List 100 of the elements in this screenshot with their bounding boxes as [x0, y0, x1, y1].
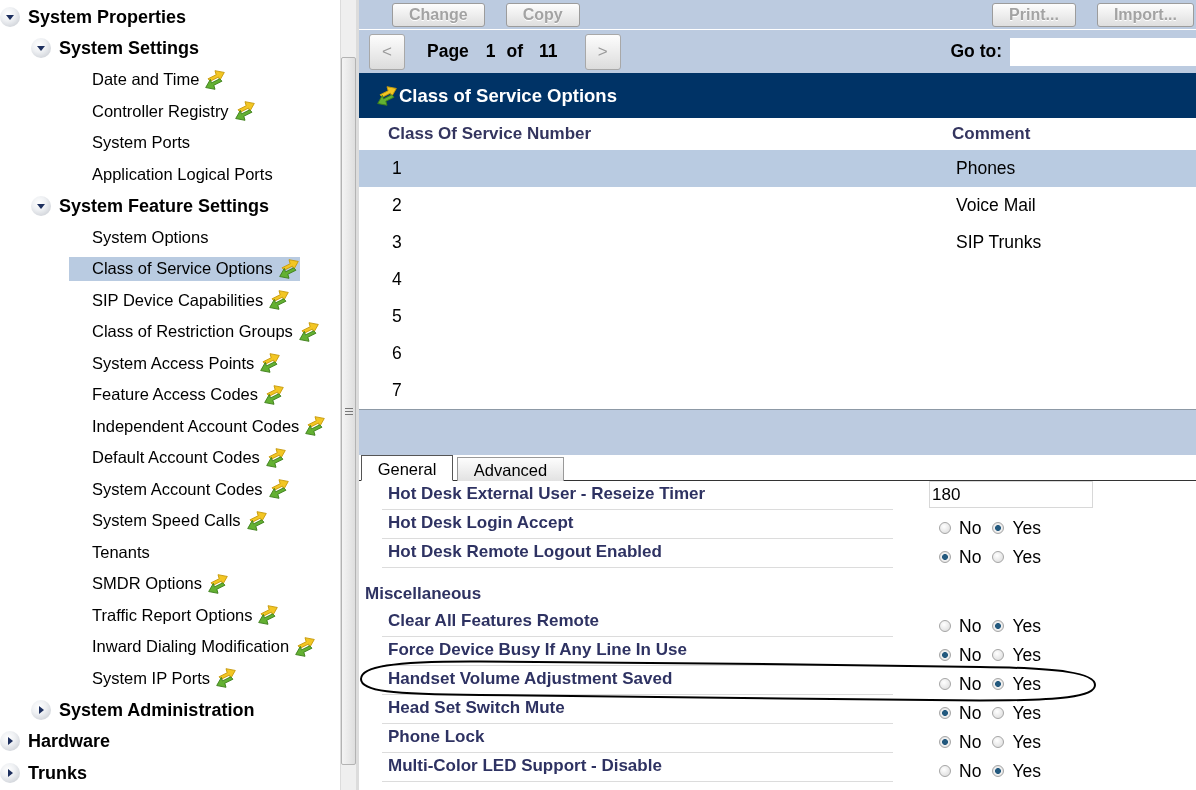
radio-button[interactable] — [939, 735, 951, 748]
tree-item[interactable]: System Account Codes — [69, 477, 290, 502]
panel-title: Class of Service Options — [399, 83, 617, 108]
tree-item[interactable]: System Access Points — [69, 351, 282, 376]
tree-node[interactable]: System Properties — [28, 4, 187, 29]
section-heading: Miscellaneous — [365, 582, 482, 605]
table-cell: SIP Trunks — [956, 232, 1042, 253]
tree-item[interactable]: Traffic Report Options — [69, 603, 280, 628]
tree-item[interactable]: Tenants — [69, 540, 151, 565]
tree-item[interactable]: System Ports — [69, 130, 192, 155]
radio-label: No — [959, 643, 982, 666]
setting-label: Clear All Features Remote — [388, 611, 599, 630]
column-header: Comment — [952, 124, 1031, 144]
tree-node[interactable]: System Administration — [59, 697, 255, 722]
expander-icon[interactable] — [0, 762, 20, 783]
table-row[interactable]: 6 — [359, 335, 1196, 372]
setting-label: Multi-Color LED Support - Disable — [388, 756, 662, 775]
tree-item[interactable]: Application Logical Ports — [69, 162, 274, 187]
setting-label: Hot Desk Login Accept — [388, 513, 574, 532]
tree-item[interactable]: System IP Ports — [69, 666, 237, 691]
tab[interactable]: Advanced — [457, 457, 564, 481]
radio-button[interactable] — [992, 706, 1005, 719]
setting-label: Handset Volume Adjustment Saved — [388, 669, 673, 688]
text-field[interactable]: 180 — [929, 481, 1093, 508]
table-cell: 6 — [392, 343, 402, 364]
table-cell: 4 — [392, 269, 402, 290]
tree-item[interactable]: Feature Access Codes — [69, 382, 285, 407]
radio-label: Yes — [1012, 614, 1041, 637]
radio-button[interactable] — [992, 677, 1005, 690]
tree-item[interactable]: Class of Restriction Groups — [69, 319, 320, 344]
page-number: 1 — [485, 40, 496, 64]
radio-label: No — [959, 759, 982, 782]
table-cell: 1 — [392, 158, 402, 179]
tree-item[interactable]: Controller Registry — [69, 99, 256, 124]
grip-icon — [344, 407, 353, 415]
goto-field[interactable] — [1010, 37, 1196, 66]
radio-label: No — [959, 701, 982, 724]
tree-item[interactable]: Class of Service Options — [69, 256, 300, 281]
radio-button[interactable] — [992, 619, 1005, 632]
table-row[interactable]: 7 — [359, 372, 1196, 409]
radio-button[interactable] — [939, 648, 951, 661]
setting-label: Hot Desk External User - Reseize Timer — [388, 484, 706, 503]
table-row[interactable]: 5 — [359, 298, 1196, 335]
radio-label: Yes — [1012, 672, 1041, 695]
tree-node[interactable]: Trunks — [28, 760, 88, 785]
radio-button[interactable] — [992, 550, 1005, 563]
expander-icon[interactable] — [0, 731, 20, 752]
table-cell: 7 — [392, 380, 402, 401]
page-label: Page — [427, 40, 469, 64]
tab[interactable]: General — [361, 455, 453, 481]
setting-label: Head Set Switch Mute — [388, 698, 565, 717]
setting-label: Hot Desk Remote Logout Enabled — [388, 542, 662, 561]
table-cell: 3 — [392, 232, 402, 253]
page-of-label: of — [506, 40, 524, 64]
radio-button[interactable] — [939, 764, 951, 777]
table-row[interactable]: 2 Voice Mail — [359, 187, 1196, 224]
radio-button[interactable] — [939, 706, 951, 719]
radio-label: No — [959, 545, 982, 568]
expander-icon[interactable] — [31, 38, 51, 59]
radio-button[interactable] — [992, 735, 1005, 748]
expander-icon[interactable] — [31, 195, 51, 216]
tree-item[interactable]: System Speed Calls — [69, 508, 268, 533]
tree-item[interactable]: SMDR Options — [69, 571, 230, 596]
radio-label: Yes — [1012, 759, 1041, 782]
table-cell: 5 — [392, 306, 402, 327]
radio-button[interactable] — [992, 764, 1005, 777]
tree-item[interactable]: Independent Account Codes — [69, 414, 327, 439]
radio-button[interactable] — [992, 648, 1005, 661]
table-cell: 2 — [392, 195, 402, 216]
tree-item[interactable]: SIP Device Capabilities — [69, 288, 291, 313]
table-row[interactable]: 1 Phones — [359, 150, 1196, 187]
tree-node[interactable]: System Feature Settings — [59, 193, 270, 218]
radio-label: No — [959, 614, 982, 637]
expander-icon[interactable] — [31, 699, 51, 720]
table-row[interactable]: 4 — [359, 261, 1196, 298]
tree-item[interactable]: Inward Dialing Modification — [69, 634, 317, 659]
column-header: Class Of Service Number — [388, 124, 592, 144]
tree-node[interactable]: System Settings — [59, 36, 200, 61]
radio-label: No — [959, 730, 982, 753]
setting-label: Phone Lock — [388, 727, 485, 746]
radio-button[interactable] — [939, 521, 951, 534]
scrollbar-thumb[interactable] — [341, 57, 356, 765]
radio-label: Yes — [1012, 730, 1041, 753]
radio-button[interactable] — [939, 619, 951, 632]
radio-button[interactable] — [992, 521, 1005, 534]
tree-item[interactable]: Date and Time — [69, 67, 227, 92]
radio-button[interactable] — [939, 677, 951, 690]
setting-label: Force Device Busy If Any Line In Use — [388, 640, 687, 659]
page-count: 11 — [539, 40, 558, 64]
tree-item[interactable]: Default Account Codes — [69, 445, 287, 470]
radio-label: No — [959, 516, 982, 539]
radio-button[interactable] — [939, 550, 951, 563]
table-cell: Phones — [956, 158, 1016, 179]
expander-icon[interactable] — [0, 6, 20, 27]
radio-label: No — [959, 672, 982, 695]
table-row[interactable]: 3 SIP Trunks — [359, 224, 1196, 261]
radio-label: Yes — [1012, 701, 1041, 724]
radio-label: Yes — [1012, 545, 1041, 568]
tree-node[interactable]: Hardware — [28, 729, 111, 754]
tree-item[interactable]: System Options — [69, 225, 210, 250]
